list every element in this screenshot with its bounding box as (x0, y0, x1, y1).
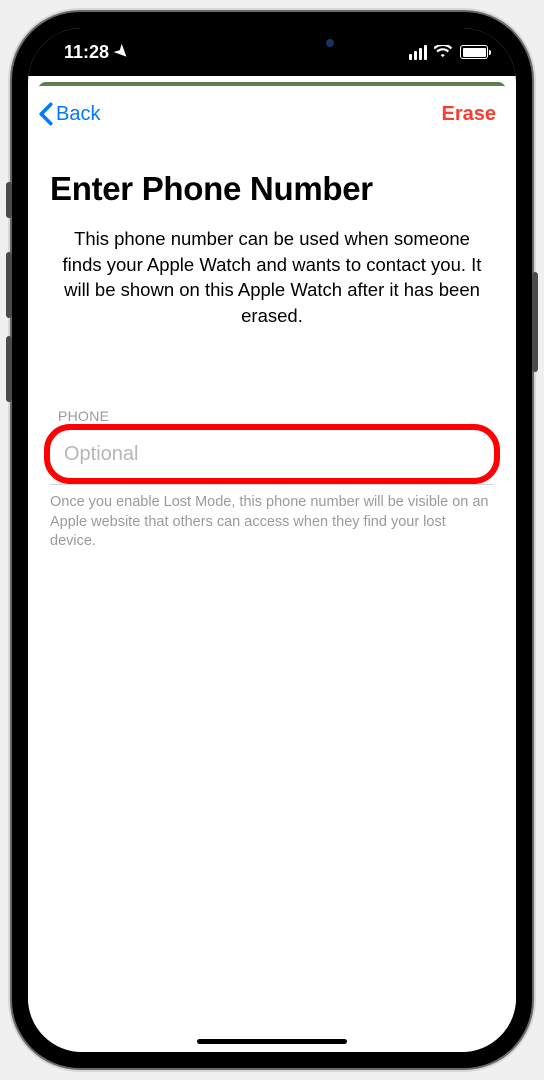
front-camera (326, 39, 334, 47)
volume-up-button (6, 252, 12, 318)
location-icon: ➤ (110, 40, 134, 64)
phone-input[interactable] (50, 428, 494, 480)
side-button (532, 272, 538, 372)
phone-footnote: Once you enable Lost Mode, this phone nu… (50, 493, 494, 552)
page-description: This phone number can be used when someo… (50, 226, 494, 328)
home-indicator[interactable] (197, 1039, 347, 1044)
mute-switch (6, 182, 12, 218)
erase-button[interactable]: Erase (442, 103, 497, 126)
cellular-signal-icon (409, 45, 427, 60)
phone-field-label: PHONE (50, 408, 494, 424)
navigation-bar: Back Erase (28, 86, 516, 134)
battery-icon (460, 45, 488, 59)
chevron-left-icon (38, 102, 54, 126)
back-label: Back (56, 103, 100, 126)
back-button[interactable]: Back (38, 102, 100, 126)
page-title: Enter Phone Number (50, 170, 494, 208)
notch (162, 28, 382, 58)
wifi-icon (434, 45, 453, 59)
field-divider (50, 484, 494, 485)
volume-down-button (6, 336, 12, 402)
phone-field-group: PHONE Once you enable Lost Mode, this ph… (50, 408, 494, 552)
screen: 11:28 ➤ (28, 28, 516, 1052)
modal-sheet: Back Erase Enter Phone Number This phone… (28, 86, 516, 1052)
status-time: 11:28 (64, 42, 109, 63)
device-frame: 11:28 ➤ (12, 12, 532, 1068)
